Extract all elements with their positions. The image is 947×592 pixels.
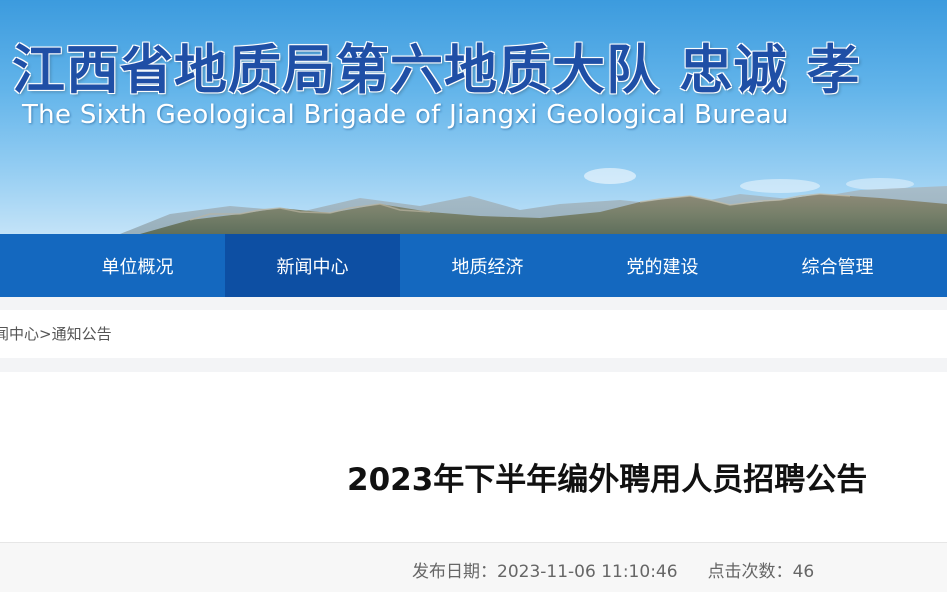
view-count-label: 点击次数： [707, 562, 793, 582]
main-navigation: 单位概况 新闻中心 地质经济 党的建设 综合管理 [0, 234, 947, 297]
nav-item-general-management[interactable]: 综合管理 [750, 234, 925, 297]
site-title: 江西省地质局第六地质大队 忠诚 孝 [12, 40, 861, 101]
breadcrumb: 闻中心>通知公告 [0, 310, 112, 358]
header-banner: 江西省地质局第六地质大队 忠诚 孝 The Sixth Geological B… [0, 0, 947, 234]
nav-item-geological-economy[interactable]: 地质经济 [400, 234, 575, 297]
article-panel: 2023年下半年编外聘用人员招聘公告 发布日期：2023-11-06 11:10… [0, 372, 947, 592]
view-count-value: 46 [792, 562, 815, 582]
breadcrumb-separator: > [39, 325, 52, 343]
nav-item-news-center[interactable]: 新闻中心 [225, 234, 400, 297]
breadcrumb-link-news-center[interactable]: 闻中心 [0, 325, 39, 343]
article-meta: 发布日期：2023-11-06 11:10:46 点击次数：46 [412, 557, 814, 582]
nav-item-about[interactable]: 单位概况 [50, 234, 225, 297]
article-title: 2023年下半年编外聘用人员招聘公告 [347, 462, 868, 498]
breadcrumb-link-notices[interactable]: 通知公告 [52, 325, 112, 343]
publish-date-label: 发布日期： [412, 562, 497, 582]
article-meta-bar: 发布日期：2023-11-06 11:10:46 点击次数：46 [0, 542, 947, 592]
breadcrumb-bar: 闻中心>通知公告 [0, 310, 947, 358]
publish-date-value: 2023-11-06 11:10:46 [497, 562, 678, 582]
site-subtitle: The Sixth Geological Brigade of Jiangxi … [22, 100, 789, 130]
nav-item-party-building[interactable]: 党的建设 [575, 234, 750, 297]
